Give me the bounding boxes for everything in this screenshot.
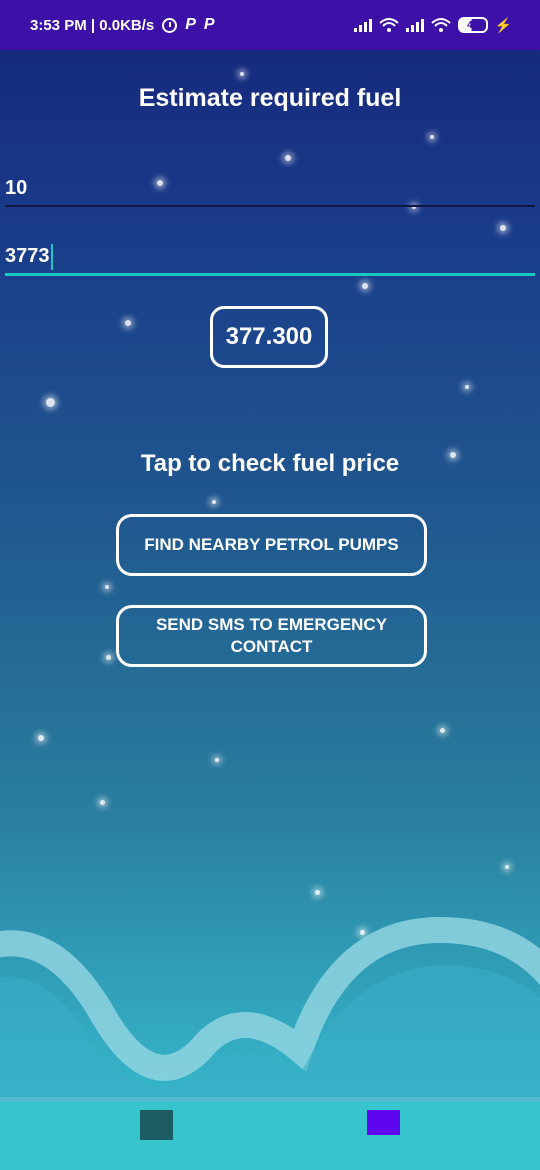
result-display: 377.300 — [210, 306, 328, 368]
distance-input-value: 10 — [5, 177, 28, 199]
distance-input[interactable]: 10 — [5, 171, 535, 207]
result-value: 377.300 — [225, 323, 313, 350]
snowflake — [285, 155, 291, 161]
text-cursor — [50, 243, 53, 270]
send-sms-emergency-button[interactable]: SEND SMS TO EMERGENCY CONTACT — [116, 605, 427, 667]
status-time: 3:53 PM | 0.0KB/s — [30, 16, 155, 34]
snowflake — [46, 398, 55, 407]
find-nearby-petrol-pumps-button[interactable]: FIND NEARBY PETROL PUMPS — [116, 514, 427, 576]
snowflake — [38, 735, 44, 741]
status-bar: 3:53 PM | 0.0KB/s P P 44 ⚡ — [0, 0, 540, 50]
snowflake — [125, 320, 131, 326]
bottom-bar — [0, 1102, 540, 1170]
snowflake — [100, 800, 105, 805]
snowflake — [315, 890, 320, 895]
alarm-icon — [162, 17, 178, 33]
snowflake — [362, 283, 368, 289]
snowflake — [212, 500, 216, 504]
p-notification-icon-2: P — [203, 16, 215, 33]
snowflake — [240, 72, 244, 76]
tap-to-check-price-link[interactable]: Tap to check fuel price — [0, 450, 540, 478]
color-square-teal — [140, 1110, 173, 1140]
signal-icon — [353, 18, 372, 32]
p-notification-icon: P — [185, 16, 196, 33]
status-bar-right: 44 ⚡ — [353, 16, 512, 34]
status-bar-left: 3:53 PM | 0.0KB/s P P — [30, 16, 215, 34]
signal-icon-2 — [405, 18, 424, 32]
snowflake — [505, 865, 509, 869]
wifi-icon-2 — [430, 18, 451, 32]
cloud-decoration — [0, 916, 540, 1110]
snowflake — [430, 135, 434, 139]
snowflake — [465, 385, 469, 389]
battery-icon: 44 — [457, 17, 488, 33]
mileage-input-value: 3773 — [5, 245, 50, 267]
snowflake — [500, 225, 506, 231]
snowflake — [215, 758, 219, 762]
snowflake — [105, 585, 109, 589]
snowflake — [106, 655, 111, 660]
charging-bolt-icon: ⚡ — [494, 16, 512, 33]
mileage-input[interactable]: 3773 — [5, 239, 535, 276]
snowflake — [440, 728, 445, 733]
page-title: Estimate required fuel — [138, 84, 402, 112]
wifi-icon — [378, 18, 399, 32]
color-square-purple — [367, 1110, 400, 1135]
